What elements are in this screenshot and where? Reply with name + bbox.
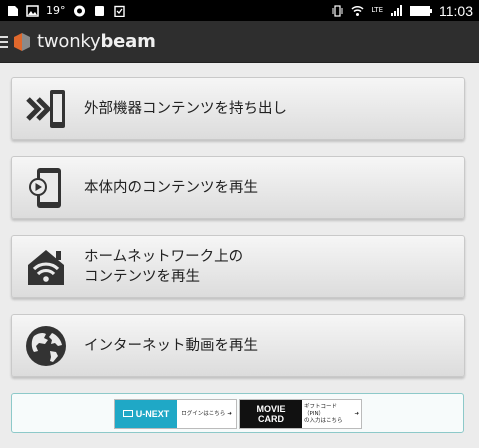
- drawer-menu-icon[interactable]: [0, 35, 8, 48]
- menu-item-label: ホームネットワーク上の コンテンツを再生: [84, 248, 244, 285]
- globe-icon: [24, 324, 68, 368]
- movie-card-text: ギフトコード（PIN） の入力はこちら ➜: [304, 403, 359, 424]
- export-external-content-button[interactable]: 外部機器コンテンツを持ち出し: [11, 77, 465, 140]
- signal-icon: [391, 4, 402, 16]
- unext-logo: U-NEXT: [115, 400, 177, 428]
- clipboard-icon: [113, 5, 125, 17]
- ad-banner: U-NEXT ログインはこちら ➜ MOVIE CARD ギフトコード（PIN）…: [11, 393, 464, 433]
- unext-login-ad[interactable]: U-NEXT ログインはこちら ➜: [114, 399, 237, 429]
- twonky-logo-icon: [14, 32, 30, 51]
- app-title: twonkybeam: [37, 31, 156, 52]
- play-local-content-button[interactable]: 本体内のコンテンツを再生: [11, 156, 465, 219]
- image-icon: [26, 4, 39, 17]
- app-notification-icon: [73, 5, 85, 16]
- arrow-right-icon: ➜: [354, 410, 359, 417]
- vibrate-icon: [332, 4, 343, 17]
- battery-icon: [410, 5, 432, 16]
- status-bar-left: 19°: [0, 4, 132, 17]
- menu-item-label: 外部機器コンテンツを持ち出し: [84, 100, 287, 117]
- unext-login-text: ログインはこちら ➜: [181, 410, 232, 417]
- weather-temperature: 19°: [46, 4, 66, 17]
- status-time: 11:03: [439, 2, 473, 19]
- home-wifi-icon: [24, 245, 68, 289]
- status-bar-right: LTE 11:03: [325, 3, 479, 19]
- lte-indicator: LTE: [371, 6, 383, 14]
- tv-icon: [122, 410, 133, 417]
- menu-item-label: 本体内のコンテンツを再生: [84, 179, 258, 196]
- menu-item-label: インターネット動画を再生: [84, 337, 258, 354]
- play-internet-video-button[interactable]: インターネット動画を再生: [11, 314, 465, 377]
- movie-card-ad[interactable]: MOVIE CARD ギフトコード（PIN） の入力はこちら ➜: [239, 399, 362, 429]
- phone-play-icon: [24, 166, 68, 210]
- play-home-network-content-button[interactable]: ホームネットワーク上の コンテンツを再生: [11, 235, 465, 298]
- transfer-arrows-icon: [24, 87, 68, 131]
- movie-card-logo: MOVIE CARD: [240, 400, 302, 428]
- status-bar: 19° LTE 11:03: [0, 0, 479, 21]
- android-notification-icon: [94, 5, 104, 16]
- wifi-icon: [351, 5, 364, 16]
- sd-card-icon: [8, 5, 18, 16]
- arrow-right-icon: ➜: [227, 410, 232, 417]
- app-bar: twonkybeam: [0, 21, 479, 63]
